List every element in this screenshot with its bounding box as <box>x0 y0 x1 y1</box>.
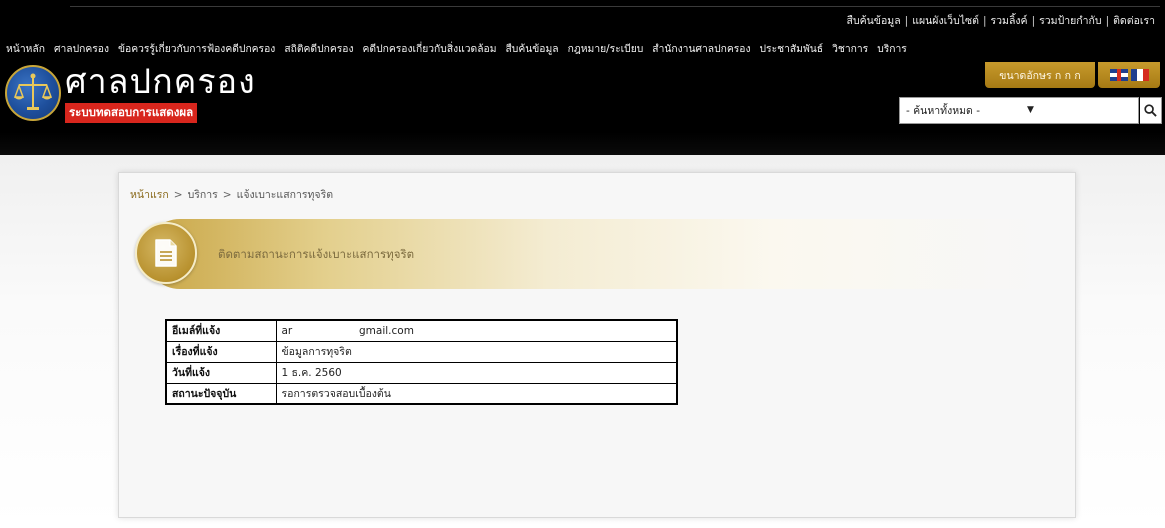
row-value-date: 1 ธ.ค. 2560 <box>275 361 678 384</box>
row-value-status: รอการตรวจสอบเบื้องต้น <box>275 382 678 405</box>
link-sitemap[interactable]: แผนผังเว็บไซต์ <box>912 15 979 27</box>
section-title: ติดตามสถานะการแจ้งเบาะแสการทุจริต <box>218 247 415 261</box>
logo-subtitle: ระบบทดสอบการแสดงผล <box>65 103 198 123</box>
search-scope-select[interactable]: - ค้นหาทั้งหมด - ▼ <box>899 97 1139 124</box>
dropdown-arrow-icon: ▼ <box>1027 105 1034 115</box>
main-nav: หน้าหลัก ศาลปกครอง ข้อควรรู้เกี่ยวกับการ… <box>6 40 907 57</box>
table-row: เรื่องที่แจ้ง ข้อมูลการทุจริต <box>165 340 678 363</box>
breadcrumb-separator: > <box>173 189 183 201</box>
separator: | <box>1031 15 1036 27</box>
nav-court[interactable]: ศาลปกครอง <box>54 40 109 57</box>
nav-services[interactable]: บริการ <box>877 40 907 57</box>
search-icon <box>1144 104 1157 117</box>
uk-flag-icon[interactable] <box>1109 69 1128 81</box>
site-logo[interactable]: ศาลปกครอง ระบบทดสอบการแสดงผล <box>5 63 256 135</box>
nav-statistics[interactable]: สถิติคดีปกครอง <box>284 40 353 57</box>
link-search-data[interactable]: สืบค้นข้อมูล <box>847 15 901 27</box>
table-row: วันที่แจ้ง 1 ธ.ค. 2560 <box>165 361 678 384</box>
breadcrumb-separator: > <box>222 189 232 201</box>
breadcrumb-current: แจ้งเบาะแสการทุจริต <box>236 189 334 201</box>
link-tags[interactable]: รวมป้ายกำกับ <box>1039 15 1101 27</box>
breadcrumb-services[interactable]: บริการ <box>188 189 218 201</box>
report-status-table: อีเมล์ที่แจ้ง ar gmail.com เรื่องที่แจ้ง… <box>165 319 678 405</box>
table-row: อีเมล์ที่แจ้ง ar gmail.com <box>165 319 678 342</box>
nav-lawsuit-info[interactable]: ข้อควรรู้เกี่ยวกับการฟ้องคดีปกครอง <box>118 40 275 57</box>
logo-text: ศาลปกครอง ระบบทดสอบการแสดงผล <box>65 63 256 123</box>
row-value-subject: ข้อมูลการทุจริต <box>275 340 678 363</box>
nav-academic[interactable]: วิชาการ <box>832 40 868 57</box>
court-emblem-icon <box>5 65 61 121</box>
fr-flag-icon[interactable] <box>1130 69 1149 81</box>
separator: | <box>904 15 909 27</box>
document-icon <box>135 222 197 284</box>
row-value-email: ar gmail.com <box>275 319 678 342</box>
search-scope-value: - ค้นหาทั้งหมด - <box>906 105 980 117</box>
logo-title: ศาลปกครอง <box>65 62 256 102</box>
breadcrumb-home[interactable]: หน้าแรก <box>130 189 169 201</box>
nav-home[interactable]: หน้าหลัก <box>6 40 45 57</box>
language-switcher <box>1098 62 1160 88</box>
nav-search-data[interactable]: สืบค้นข้อมูล <box>506 40 559 57</box>
row-label-subject: เรื่องที่แจ้ง <box>165 340 277 363</box>
site-header: สืบค้นข้อมูล | แผนผังเว็บไซต์ | รวมลิ้งค์ | รว… <box>0 0 1165 155</box>
table-row: สถานะปัจจุบัน รอการตรวจสอบเบื้องต้น <box>165 382 678 405</box>
font-size-control[interactable]: ขนาดอักษร ก ก ก <box>985 62 1095 88</box>
row-label-status: สถานะปัจจุบัน <box>165 382 277 405</box>
breadcrumb: หน้าแรก > บริการ > แจ้งเบาะแสการทุจริต <box>130 186 333 203</box>
nav-environment-cases[interactable]: คดีปกครองเกี่ยวกับสิ่งแวดล้อม <box>363 40 497 57</box>
nav-pr[interactable]: ประชาสัมพันธ์ <box>760 40 824 57</box>
nav-office[interactable]: สำนักงานศาลปกครอง <box>652 40 750 57</box>
search-button[interactable] <box>1140 97 1162 124</box>
row-label-date: วันที่แจ้ง <box>165 361 277 384</box>
separator: | <box>1105 15 1110 27</box>
row-label-email: อีเมล์ที่แจ้ง <box>165 319 277 342</box>
nav-laws[interactable]: กฎหมาย/ระเบียบ <box>568 40 644 57</box>
utility-links: สืบค้นข้อมูล | แผนผังเว็บไซต์ | รวมลิ้งค์ | รว… <box>847 12 1155 29</box>
link-contact[interactable]: ติดต่อเรา <box>1113 15 1155 27</box>
link-links[interactable]: รวมลิ้งค์ <box>991 15 1028 27</box>
top-rule <box>70 6 1160 7</box>
separator: | <box>982 15 987 27</box>
